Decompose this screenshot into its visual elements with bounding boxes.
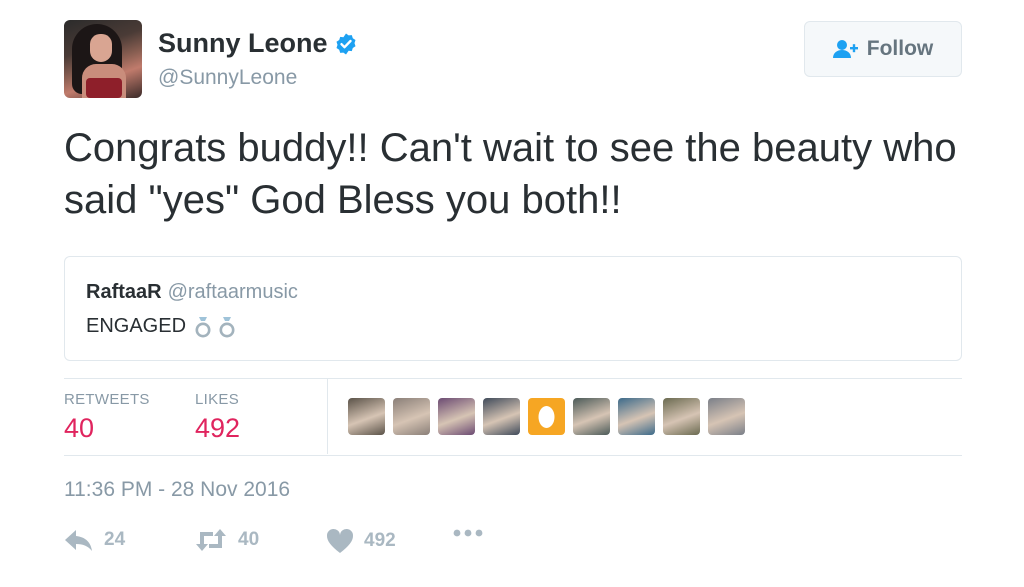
retweet-icon [196,529,226,551]
quoted-tweet-text-row: ENGAGED [86,315,236,338]
quoted-tweet[interactable]: RaftaaR @raftaarmusic ENGAGED [64,256,962,361]
stats-bottom-divider [64,455,962,456]
liker-avatar[interactable] [393,398,430,435]
likers-avatars [348,398,745,435]
liker-avatar[interactable] [483,398,520,435]
quoted-author-name: RaftaaR [86,281,162,303]
verified-badge-icon [336,33,356,54]
avatar-face [90,34,112,62]
follow-button-label: Follow [866,37,934,60]
stats-vertical-divider [327,378,328,454]
more-dots-icon [453,529,483,537]
likes-label[interactable]: LIKES [195,391,239,408]
liker-avatar[interactable] [438,398,475,435]
tweet-timestamp[interactable]: 11:36 PM - 28 Nov 2016 [64,478,290,502]
egg-icon [538,406,555,428]
liker-avatar[interactable] [528,398,565,435]
retweets-count[interactable]: 40 [64,413,94,444]
retweet-count: 40 [238,529,260,550]
quoted-tweet-text: ENGAGED [86,315,187,337]
liker-avatar[interactable] [618,398,655,435]
reply-count: 24 [104,529,126,550]
author-name-row[interactable]: Sunny Leone [158,28,358,59]
like-button[interactable]: 492 [326,528,396,554]
retweets-label[interactable]: RETWEETS [64,391,150,408]
likes-count[interactable]: 492 [195,413,240,444]
author-avatar[interactable] [64,20,142,98]
heart-icon [326,528,354,553]
avatar-top [86,78,122,98]
more-button[interactable] [452,528,494,538]
tweet-text: Congrats buddy!! Can't wait to see the b… [64,126,957,222]
quoted-author-handle: @raftaarmusic [167,281,298,303]
ring-emojis [194,316,236,338]
like-count: 492 [364,530,396,551]
retweet-button[interactable]: 40 [194,528,259,552]
liker-avatar[interactable] [663,398,700,435]
add-user-icon [832,40,858,58]
reply-icon [65,530,92,551]
reply-button[interactable]: 24 [64,528,125,552]
follow-button[interactable]: Follow [804,21,962,77]
stats-top-divider [64,378,962,379]
author-name[interactable]: Sunny Leone [158,28,328,59]
liker-avatar[interactable] [348,398,385,435]
ring-icon [219,316,235,337]
ring-icon [195,316,211,337]
liker-avatar[interactable] [708,398,745,435]
author-handle[interactable]: @SunnyLeone [158,66,297,90]
quoted-tweet-header: RaftaaR @raftaarmusic [86,281,298,304]
liker-avatar[interactable] [573,398,610,435]
